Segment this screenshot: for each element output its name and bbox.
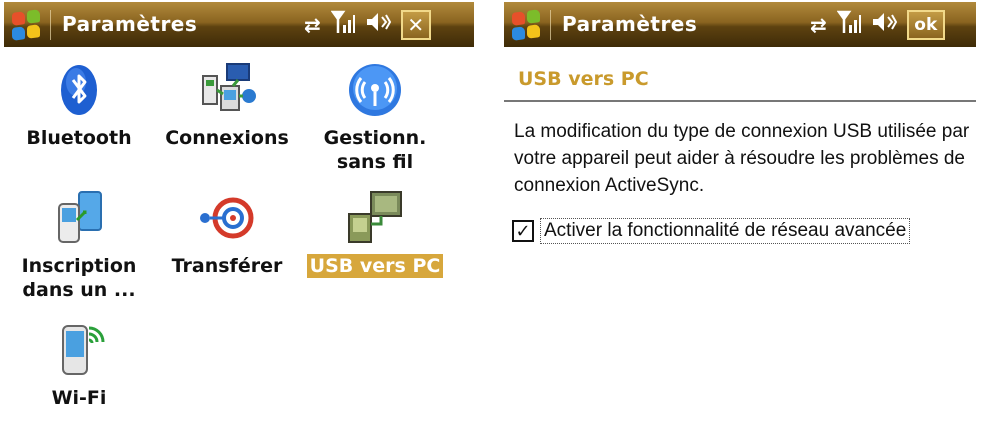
advanced-network-option[interactable]: ✓ Activer la fonctionnalité de réseau av… <box>512 218 911 244</box>
tile-label: Wi-Fi <box>51 387 107 409</box>
tile-usb-vers-pc[interactable]: USB vers PC <box>300 190 450 278</box>
ok-button[interactable]: ok <box>906 10 945 40</box>
domain-enroll-icon <box>49 190 109 246</box>
connections-icon <box>197 62 257 118</box>
beam-icon <box>197 190 257 246</box>
tile-label: Inscription dans un ... <box>21 255 137 301</box>
window-title: Paramètres <box>62 12 198 36</box>
volume-icon[interactable] <box>365 10 391 41</box>
tile-label: Connexions <box>165 127 289 149</box>
status-area: ⇄ ok <box>810 9 945 42</box>
title-bar: Paramètres ⇄ ✕ <box>4 2 474 47</box>
wireless-manager-icon <box>345 62 405 118</box>
advanced-network-checkbox[interactable]: ✓ <box>512 220 534 242</box>
signal-bars-icon[interactable] <box>836 9 861 42</box>
tile-transferer[interactable]: Transférer <box>152 190 302 278</box>
signal-bars-icon[interactable] <box>330 9 355 42</box>
heading-divider <box>504 100 976 102</box>
wifi-icon <box>49 322 109 378</box>
usb-settings-screen: Paramètres ⇄ ok USB vers PC La modificat… <box>504 2 976 423</box>
title-bar: Paramètres ⇄ ok <box>504 2 976 47</box>
windows-start-icon[interactable] <box>512 9 540 41</box>
sync-arrows-icon[interactable]: ⇄ <box>810 11 827 39</box>
title-separator <box>50 10 51 40</box>
bluetooth-icon <box>49 62 109 118</box>
tile-label: Transférer <box>171 255 283 277</box>
close-button[interactable]: ✕ <box>400 10 431 40</box>
window-title: Paramètres <box>562 12 698 36</box>
tile-bluetooth[interactable]: Bluetooth <box>4 62 154 150</box>
windows-start-icon[interactable] <box>12 9 40 41</box>
sync-arrows-icon[interactable]: ⇄ <box>304 11 321 39</box>
volume-icon[interactable] <box>871 10 897 41</box>
tile-gestionnaire-sans-fil[interactable]: Gestionn. sans fil <box>300 62 450 174</box>
tile-inscription[interactable]: Inscription dans un ... <box>4 190 154 302</box>
tile-label: Bluetooth <box>26 127 132 149</box>
title-separator <box>550 10 551 40</box>
status-area: ⇄ ✕ <box>304 9 431 42</box>
page-title: USB vers PC <box>518 68 649 90</box>
tile-label: Gestionn. sans fil <box>323 127 427 173</box>
tile-wifi[interactable]: Wi-Fi <box>4 322 154 410</box>
tile-connexions[interactable]: Connexions <box>152 62 302 150</box>
settings-screen-left: Paramètres ⇄ ✕ Bluetooth Connexions Gest… <box>4 2 474 423</box>
description-text: La modification du type de connexion USB… <box>514 121 970 196</box>
usb-to-pc-icon <box>345 190 405 246</box>
advanced-network-label[interactable]: Activer la fonctionnalité de réseau avan… <box>540 218 911 244</box>
tile-label: USB vers PC <box>306 254 444 278</box>
